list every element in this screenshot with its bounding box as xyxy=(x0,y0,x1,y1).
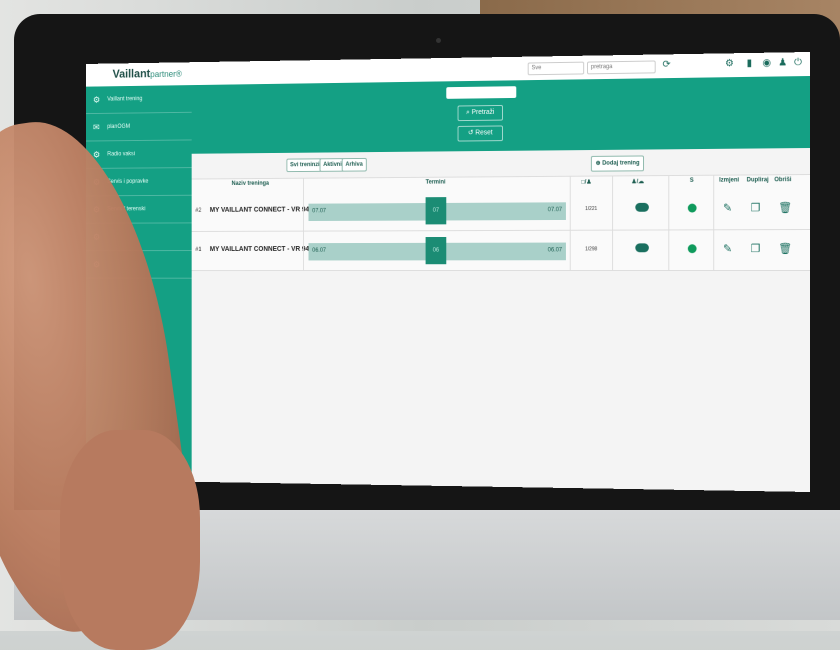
column-divider xyxy=(612,175,614,271)
column-divider xyxy=(668,175,670,271)
edit-icon[interactable]: ✎ xyxy=(723,242,732,255)
screen: Vaillantpartner® Sve pretraga ⟳ ⚙ ▮ ◉ ♟ … xyxy=(85,52,811,492)
user-wrist xyxy=(60,430,200,650)
search-icon: ⌕ xyxy=(466,109,470,117)
search-input[interactable]: pretraga xyxy=(587,60,656,75)
search-panel: ⌕ Pretraži ↺ Reset xyxy=(191,76,810,154)
col-duplicate: Dupliraj xyxy=(746,177,769,184)
start-date: 07.07 xyxy=(312,208,327,215)
cloud-icon[interactable] xyxy=(635,243,649,253)
col-s: S xyxy=(689,177,694,184)
duplicate-icon[interactable]: ❐ xyxy=(751,201,761,214)
attendee-count: 1/298 xyxy=(585,246,598,253)
table-row[interactable]: #2 MY VAILLANT CONNECT - VR 940 f 07.07 … xyxy=(191,189,810,232)
date-bar: 07.07 07 07.07 xyxy=(308,197,566,225)
col-dates: Termini xyxy=(425,179,446,186)
column-divider xyxy=(302,177,304,271)
status-dot xyxy=(687,203,697,213)
power-icon[interactable]: ⏻ xyxy=(794,57,802,68)
row-number: #2 xyxy=(195,208,202,214)
trash-icon[interactable]: 🗑 xyxy=(778,201,792,214)
date-bar: 06.07 06 06.07 xyxy=(308,236,566,265)
search-button[interactable]: ⌕ Pretraži xyxy=(457,104,503,122)
settings-icon[interactable]: ⚙ xyxy=(725,58,734,69)
eye-icon[interactable]: ◉ xyxy=(762,58,771,69)
row-number: #1 xyxy=(195,247,202,253)
duplicate-icon[interactable]: ❐ xyxy=(751,242,761,255)
date-marker[interactable]: 07 xyxy=(425,197,447,225)
cloud-icon[interactable] xyxy=(635,202,649,212)
main-content: Svi treninzi Aktivni Arhiva ⊕ Dodaj tren… xyxy=(191,148,810,492)
sidebar-item-trening[interactable]: ⚙ Vaillant trening xyxy=(85,85,192,115)
status-dot xyxy=(687,244,697,254)
col-delete: Obriši xyxy=(774,177,792,184)
date-marker[interactable]: 06 xyxy=(425,236,447,265)
start-date: 06.07 xyxy=(312,247,327,254)
category-select[interactable]: Sve xyxy=(527,61,585,76)
filter-all-button[interactable]: Svi treninzi xyxy=(286,158,324,173)
camera-dot xyxy=(436,38,441,43)
mail-icon: ✉ xyxy=(92,122,100,132)
column-divider xyxy=(713,174,715,271)
col-edit: Izmjeni xyxy=(719,177,740,184)
col-name: Naziv treninga xyxy=(231,180,270,187)
col-count: □/♟ xyxy=(581,179,592,186)
sidebar-item-planogm[interactable]: ✉ planOGM xyxy=(85,112,192,142)
col-people: ♟/☁ xyxy=(631,179,645,186)
end-date: 06.07 xyxy=(547,247,563,254)
end-date: 07.07 xyxy=(547,207,563,214)
refresh-icon[interactable]: ⟳ xyxy=(662,59,670,70)
training-name[interactable]: MY VAILLANT CONNECT - VR 940 f xyxy=(210,207,317,214)
edit-icon[interactable]: ✎ xyxy=(723,201,732,214)
bookmark-icon[interactable]: ▮ xyxy=(747,58,752,69)
reset-button[interactable]: ↺ Reset xyxy=(457,125,503,142)
user-icon[interactable]: ♟ xyxy=(778,57,787,68)
table-row[interactable]: #1 MY VAILLANT CONNECT - VR 940 f 06.07 … xyxy=(191,230,810,272)
column-divider xyxy=(569,175,571,271)
reset-icon: ↺ xyxy=(467,129,474,137)
training-name[interactable]: MY VAILLANT CONNECT - VR 940 f xyxy=(210,246,317,253)
training-search-field[interactable] xyxy=(446,86,517,99)
filter-archive-button[interactable]: Arhiva xyxy=(341,157,367,172)
attendee-count: 1/221 xyxy=(585,206,598,213)
add-training-button[interactable]: ⊕ Dodaj trening xyxy=(590,155,645,172)
logo[interactable]: Vaillantpartner® xyxy=(113,66,182,81)
sidebar-item-radio[interactable]: ⚙ Radio vaksi xyxy=(85,140,192,169)
cog-icon: ⚙ xyxy=(92,94,101,105)
plus-circle-icon: ⊕ xyxy=(595,160,601,167)
trash-icon[interactable]: 🗑 xyxy=(778,242,792,255)
